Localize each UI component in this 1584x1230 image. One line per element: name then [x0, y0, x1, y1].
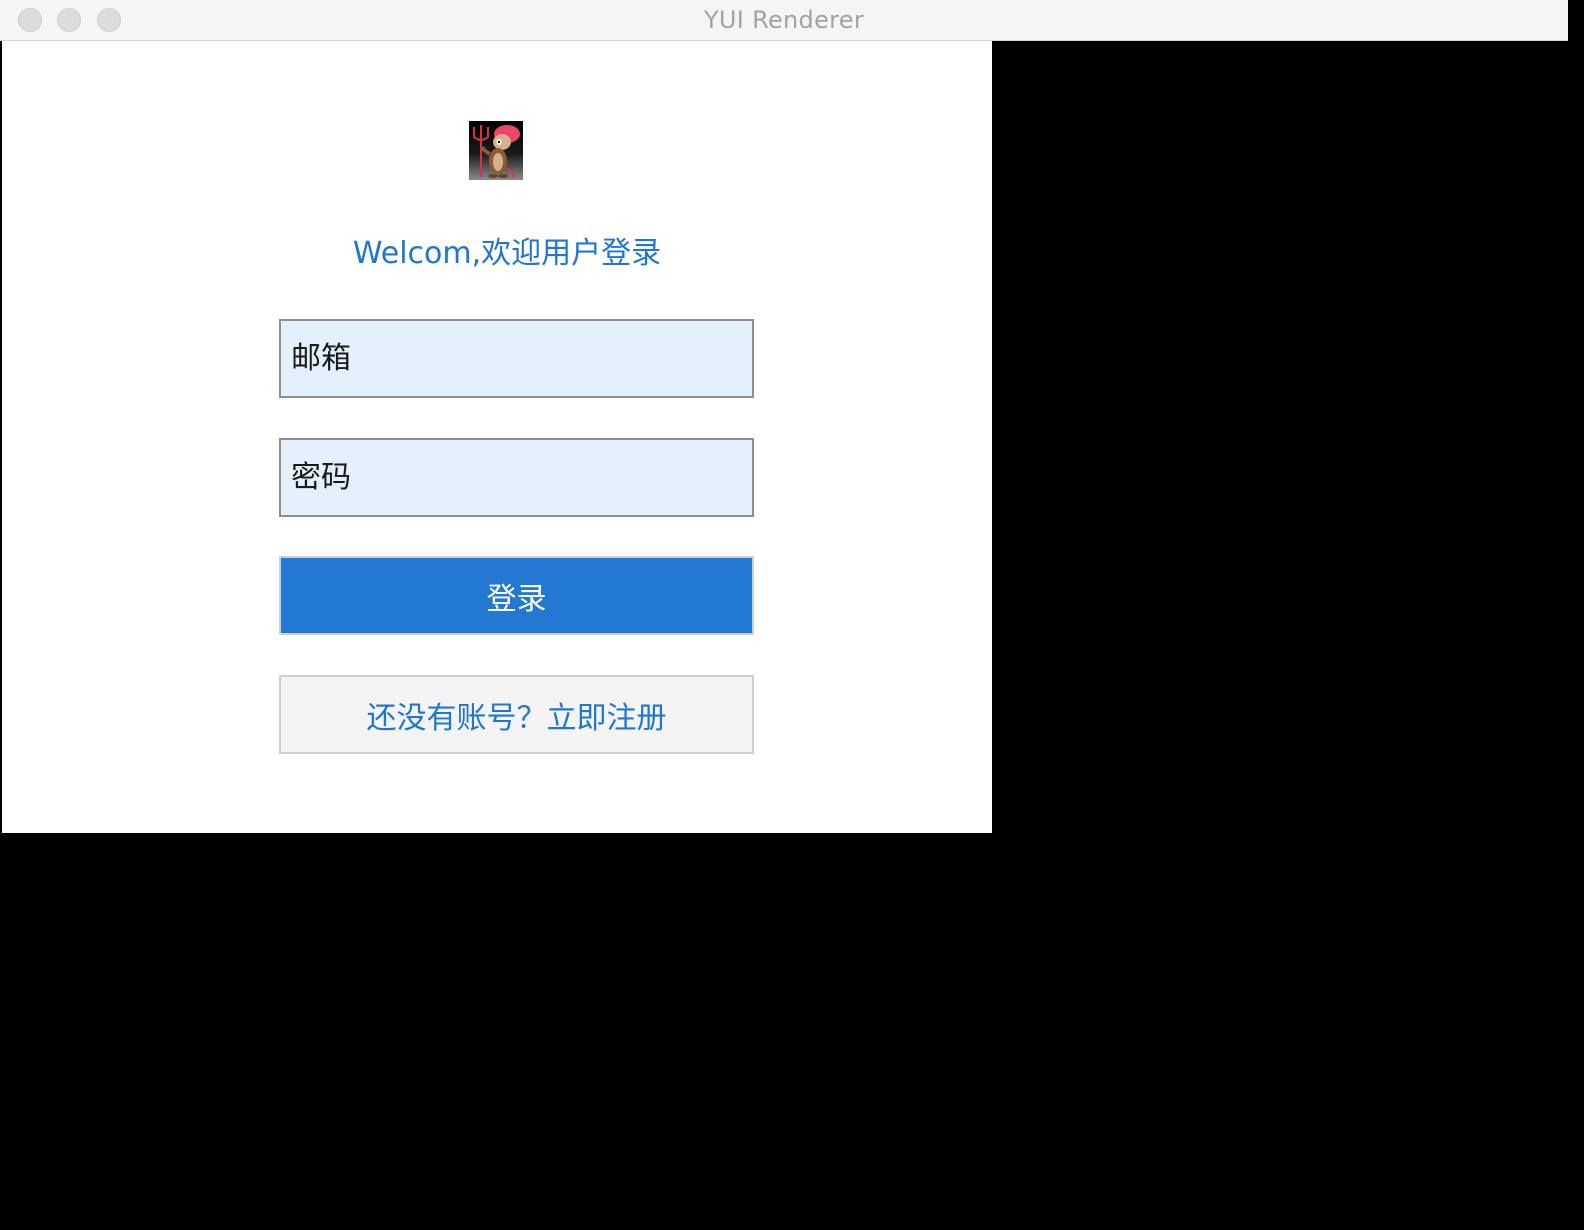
- email-field[interactable]: [279, 319, 754, 398]
- app-window: YUI Renderer Welcom,欢迎用户登录 邮箱 登录 还没有账号？立…: [0, 0, 1568, 1218]
- password-field[interactable]: [279, 438, 754, 517]
- login-button-label: 登录: [486, 581, 547, 617]
- window-titlebar[interactable]: YUI Renderer: [0, 0, 1568, 41]
- welcome-heading: Welcom,欢迎用户登录: [352, 236, 662, 271]
- login-panel: Welcom,欢迎用户登录 登录 还没有账号？立即注册: [2, 41, 992, 833]
- devil-logo-icon: [469, 121, 523, 180]
- window-title: YUI Renderer: [703, 6, 865, 34]
- devil-logo-illustration: [473, 125, 520, 178]
- login-button[interactable]: 登录: [279, 556, 754, 635]
- register-button[interactable]: 还没有账号？立即注册: [279, 675, 754, 754]
- register-button-label: 还没有账号？立即注册: [366, 700, 667, 736]
